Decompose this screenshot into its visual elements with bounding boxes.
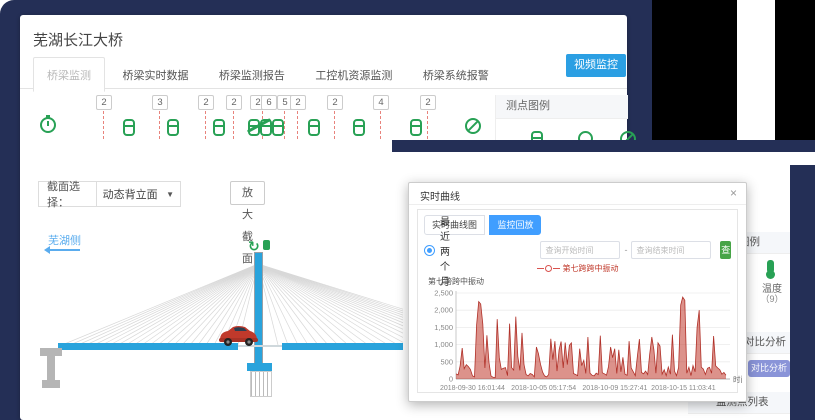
date-range-separator: - [624,245,627,255]
sensor-count-badge[interactable]: 2 [327,95,343,110]
link-sensor-icon[interactable] [123,119,135,136]
svg-text:1,000: 1,000 [434,340,453,349]
abutment-stem [47,356,55,380]
svg-text:2,500: 2,500 [434,289,453,298]
sensor-count-badge[interactable]: 3 [152,95,168,110]
section-select-label: 截面选择： [39,178,96,210]
sensor-dash-line [284,111,285,139]
section-select-group: 截面选择： 动态背立面 ▼ [38,181,181,207]
query-controls: 最近两个月 - 查询 [424,240,731,260]
legend-line [553,268,560,269]
sensor-count-badge[interactable]: 4 [373,95,389,110]
chevron-down-icon: ▼ [166,190,174,199]
svg-text:2018-10-15 11:03:41: 2018-10-15 11:03:41 [651,385,716,392]
link-sensor-icon[interactable] [272,119,284,136]
modal-header: 实时曲线 × [409,183,746,205]
sensor-count-badge[interactable]: 2 [226,95,242,110]
link-sensor-icon[interactable] [213,119,225,136]
sensor-dash-line [334,111,335,139]
query-end-time-input[interactable] [631,241,711,259]
temperature-count: （9） [755,292,789,305]
legend-marker-icon [545,265,552,272]
car-image [216,324,260,348]
svg-text:时间: 时间 [733,374,742,384]
bridge-tower [254,252,263,373]
section-select-dropdown[interactable]: 动态背立面 ▼ [96,182,180,206]
ban-icon[interactable] [465,118,481,134]
sensor-dash-line [205,111,206,139]
modal-body: 实时曲线图 监控回放 最近两个月 - 查询 第七跨跨中振动 第七跨跨中振动 0 5… [417,209,738,393]
screenshot-stage: 芜湖长江大桥 桥梁监测 桥梁实时数据 桥梁监测报告 工控机资源监测 桥梁系统报警… [0,0,815,420]
vibration-chart: 0 500 1,000 1,500 2,000 2,500 2018-09-30 16:01… [424,287,742,411]
bridge-deck-left [58,343,238,350]
sensor-dash-line [233,111,234,139]
svg-text:2018-10-05 05:17:54: 2018-10-05 05:17:54 [511,385,576,392]
modal-tab-group: 实时曲线图 监控回放 [424,215,731,235]
tower-pier [250,371,272,397]
svg-text:500: 500 [440,357,453,366]
chart-y-title: 第七跨跨中振动 [428,276,731,287]
sensor-dash-line [380,111,381,139]
legend-line [537,268,544,269]
svg-text:2018-10-09 15:27:41: 2018-10-09 15:27:41 [582,385,647,392]
bridge-deck-right [282,343,407,350]
sensor-count-badge[interactable]: 2 [290,95,306,110]
desktop-gap [392,140,815,152]
enlarge-section-button[interactable]: 放大截面 [230,181,265,205]
close-icon[interactable]: × [730,186,737,200]
modal-title: 实时曲线 [420,188,460,203]
svg-text:2018-09-30 16:01:44: 2018-09-30 16:01:44 [440,385,505,392]
svg-text:2,000: 2,000 [434,306,453,315]
stopwatch-icon[interactable] [40,117,56,133]
tab-monitor-playback[interactable]: 监控回放 [489,215,541,235]
link-sensor-icon[interactable] [353,119,365,136]
video-window-2[interactable] [775,0,815,140]
sensor-count-badge[interactable]: 6 [261,95,277,110]
query-button[interactable]: 查询 [720,241,731,259]
sensor-dash-line [159,111,160,139]
legend-label: 第七跨跨中振动 [563,263,619,274]
abutment-base [42,380,60,388]
tower-sensor-icon[interactable] [263,240,270,250]
sensor-dash-line [427,111,428,139]
radio-last-two-months[interactable] [424,245,435,256]
sensor-count-badge[interactable]: 2 [198,95,214,110]
sensor-dash-line [297,111,298,139]
link-sensor-icon[interactable] [410,119,422,136]
sensor-dash-line [103,111,104,139]
compare-analysis-button[interactable]: 对比分析 [748,360,790,377]
sensor-count-badge[interactable]: 2 [96,95,112,110]
link-sensor-icon[interactable] [167,119,179,136]
link-sensor-icon[interactable] [308,119,320,136]
legend-panel-title: 测点图例 [496,95,628,119]
sensor-count-badge[interactable]: 2 [420,95,436,110]
chart-legend: 第七跨跨中振动 [424,262,731,275]
thermometer-icon[interactable] [767,260,774,273]
realtime-curve-modal: 实时曲线 × 实时曲线图 监控回放 最近两个月 - 查询 第七跨跨中振动 [408,182,747,402]
svg-text:1,500: 1,500 [434,323,453,332]
query-start-time-input[interactable] [540,241,620,259]
svg-text:0: 0 [449,375,453,384]
abutment [40,348,62,356]
rotate-sensor-icon[interactable]: ↻ [248,238,260,255]
video-window[interactable] [652,0,737,140]
section-select-value: 动态背立面 [103,186,158,202]
tower-pier-cap [247,363,272,371]
